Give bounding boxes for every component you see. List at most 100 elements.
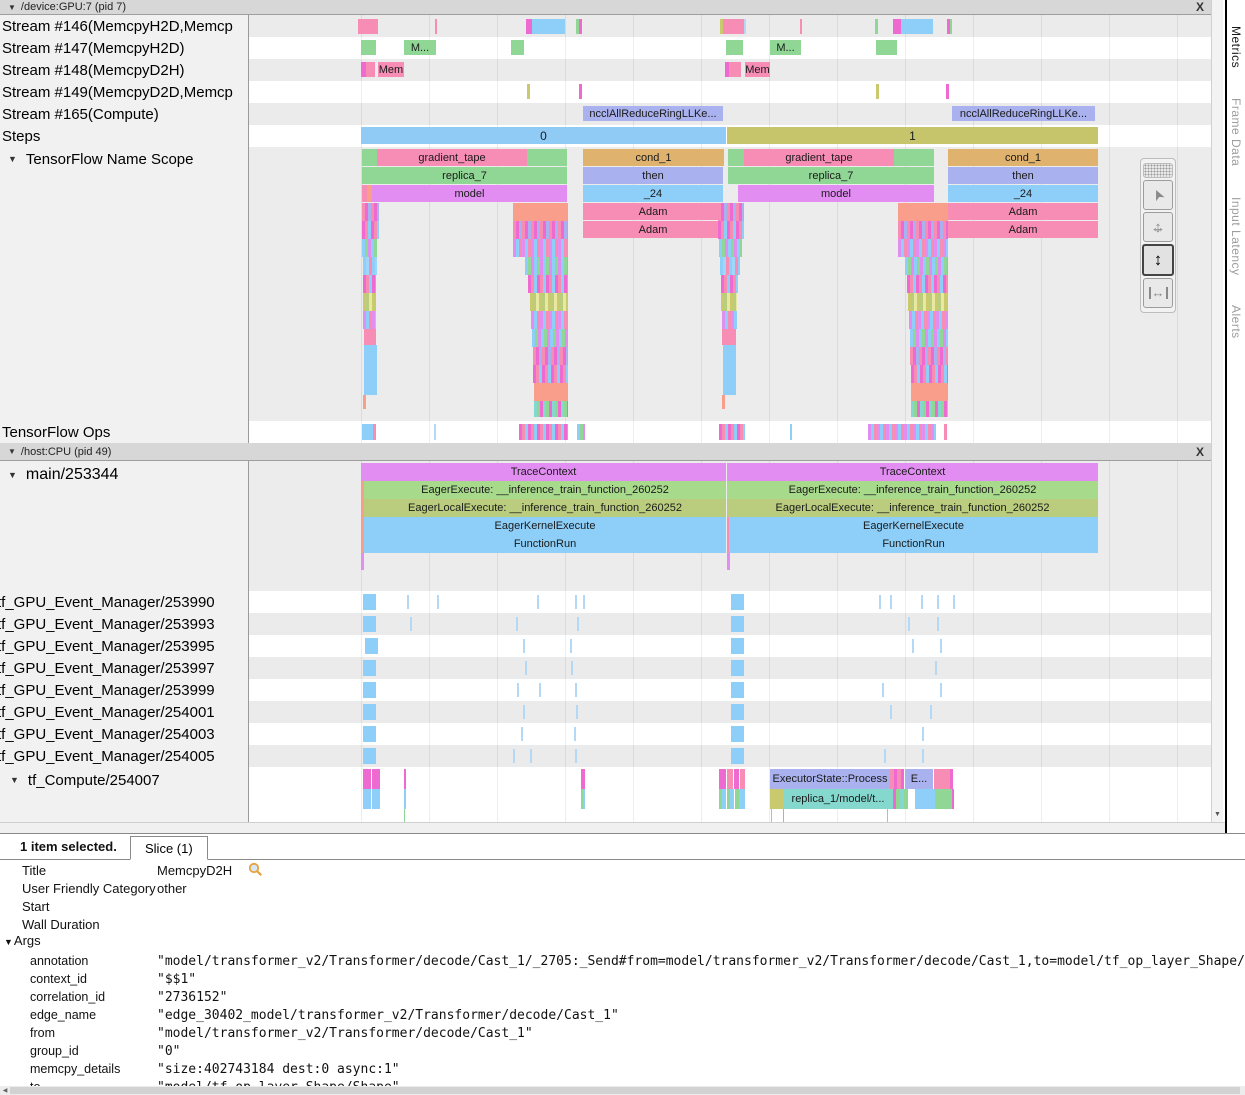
- track-label-text: tf_GPU_Event_Manager/254005: [0, 748, 215, 765]
- track-label-text: tf_GPU_Event_Manager/254003: [0, 726, 215, 743]
- track-label-text: Stream #165(Compute): [2, 106, 159, 123]
- detail-field-value: other: [157, 881, 187, 896]
- track-label-tf-gpu-event-manager-253999: tf_GPU_Event_Manager/253999: [0, 679, 248, 701]
- track-label-tf-gpu-event-manager-253993: tf_GPU_Event_Manager/253993: [0, 613, 248, 635]
- side-tab-input-latency[interactable]: Input Latency: [1229, 197, 1243, 276]
- track-label-stream-146-memcpyh2d-memcp: Stream #146(MemcpyH2D,Memcp: [0, 15, 248, 37]
- arg-value: "edge_30402_model/transformer_v2/Transfo…: [157, 1008, 619, 1023]
- timing-tool-button[interactable]: ↔: [1143, 278, 1173, 308]
- arg-value: "$$1": [157, 972, 196, 987]
- details-tab-bar: 1 item selected. Slice (1): [0, 834, 1245, 860]
- detail-field-name: User Friendly Category: [22, 881, 156, 896]
- args-section-label: Args: [14, 933, 41, 948]
- timing-range-icon: ↔: [1149, 287, 1168, 299]
- arg-name: correlation_id: [30, 990, 105, 1004]
- detail-row-title: Title MemcpyD2H: [0, 861, 1245, 879]
- horizontal-scrollbar-thumb[interactable]: [10, 1087, 1240, 1094]
- track-label-text: tf_GPU_Event_Manager/254001: [0, 704, 215, 721]
- arg-name: group_id: [30, 1044, 79, 1058]
- scroll-down-arrow-icon[interactable]: ▼: [1214, 811, 1221, 818]
- track-label-text: tf_GPU_Event_Manager/253995: [0, 638, 215, 655]
- track-label-stream-147-memcpyh2d: Stream #147(MemcpyH2D): [0, 37, 248, 59]
- arg-name: annotation: [30, 954, 88, 968]
- horizontal-scrollbar[interactable]: ◀: [0, 1086, 1245, 1095]
- track-label-text: tf_GPU_Event_Manager/253997: [0, 660, 215, 677]
- arg-name: from: [30, 1026, 55, 1040]
- args-section-header[interactable]: ▼Args: [4, 933, 41, 948]
- gpu-process-header[interactable]: ▼ /device:GPU:7 (pid 7) X: [0, 0, 1211, 15]
- track-label-tf-gpu-event-manager-254003: tf_GPU_Event_Manager/254003: [0, 723, 248, 745]
- right-sidebar-tabs: Metrics Frame Data Input Latency Alerts: [1225, 0, 1245, 833]
- track-label-tensorflow-name-scope[interactable]: ▼ TensorFlow Name Scope: [0, 148, 248, 170]
- track-label-text: Steps: [2, 128, 40, 145]
- track-label-tf-gpu-event-manager-253990: tf_GPU_Event_Manager/253990: [0, 591, 248, 613]
- track-label-text: TensorFlow Name Scope: [26, 151, 194, 168]
- detail-field-name: Wall Duration: [22, 917, 100, 932]
- arg-row-correlation-id: correlation_id "2736152": [0, 988, 1245, 1006]
- arg-name: edge_name: [30, 1008, 96, 1022]
- detail-field-name: Title: [22, 863, 46, 878]
- arg-value: "size:402743184 dest:0 async:1": [157, 1062, 400, 1077]
- arg-row-from: from "model/transformer_v2/Transformer/de…: [0, 1024, 1245, 1042]
- collapse-arrow-icon[interactable]: ▼: [8, 154, 17, 164]
- track-label-text: Stream #147(MemcpyH2D): [2, 40, 185, 57]
- side-tab-metrics[interactable]: Metrics: [1229, 26, 1243, 68]
- detail-field-value: MemcpyD2H: [157, 863, 232, 878]
- track-label-tf-compute-254007[interactable]: ▼ tf_Compute/254007: [0, 769, 248, 791]
- track-label-stream-165-compute: Stream #165(Compute): [0, 103, 248, 125]
- track-label-stream-149-memcpyd2d-memcp: Stream #149(MemcpyD2D,Memcp: [0, 81, 248, 103]
- cpu-process-title: /host:CPU (pid 49): [21, 446, 111, 458]
- collapse-arrow-icon[interactable]: ▼: [10, 775, 19, 785]
- drag-handle[interactable]: [1143, 163, 1173, 178]
- detail-row-start: Start: [0, 897, 1245, 915]
- mode-tool-palette: ➤↔↕↕↔: [1140, 158, 1176, 313]
- selection-details-panel: 1 item selected. Slice (1) Title MemcpyD2…: [0, 833, 1245, 1086]
- detail-field-name: Start: [22, 899, 49, 914]
- track-label-text: tf_Compute/254007: [28, 772, 160, 789]
- track-label-text: tf_GPU_Event_Manager/253993: [0, 616, 215, 633]
- arg-value: "0": [157, 1044, 180, 1059]
- gpu-process-title: /device:GPU:7 (pid 7): [21, 1, 126, 13]
- arg-row-context-id: context_id "$$1": [0, 970, 1245, 988]
- track-label-text: Stream #148(MemcpyD2H): [2, 62, 185, 79]
- track-label-tf-gpu-event-manager-253997: tf_GPU_Event_Manager/253997: [0, 657, 248, 679]
- arg-name: memcpy_details: [30, 1062, 120, 1076]
- track-label-tf-gpu-event-manager-253995: tf_GPU_Event_Manager/253995: [0, 635, 248, 657]
- tab-slice[interactable]: Slice (1): [130, 836, 208, 860]
- track-label-steps: Steps: [0, 125, 248, 147]
- vertical-zoom-icon: ↕: [1154, 250, 1163, 270]
- collapse-arrow-icon[interactable]: ▼: [8, 3, 16, 12]
- track-label-tf-gpu-event-manager-254005: tf_GPU_Event_Manager/254005: [0, 745, 248, 767]
- collapse-arrow-icon[interactable]: ▼: [8, 447, 16, 456]
- zoom-tool-button[interactable]: ↕: [1142, 244, 1174, 276]
- side-tab-frame-data[interactable]: Frame Data: [1229, 98, 1243, 166]
- magnifier-icon[interactable]: [248, 862, 263, 879]
- arg-row-annotation: annotation "model/transformer_v2/Transfor…: [0, 952, 1245, 970]
- arg-value: "2736152": [157, 990, 227, 1005]
- pan-tool-button[interactable]: ↔↕: [1143, 212, 1173, 242]
- side-tab-alerts[interactable]: Alerts: [1229, 305, 1243, 339]
- cpu-process-header[interactable]: ▼ /host:CPU (pid 49) X: [0, 443, 1211, 461]
- track-label-main-253344[interactable]: ▼ main/253344: [0, 463, 248, 487]
- arg-value: "model/transformer_v2/Transformer/decode…: [157, 1026, 533, 1041]
- track-label-text: main/253344: [26, 466, 119, 484]
- track-label-text: TensorFlow Ops: [2, 424, 110, 441]
- timeline-bottom-strip: [0, 822, 1225, 833]
- detail-row-wall-duration: Wall Duration: [0, 915, 1245, 933]
- detail-row-user-friendly-category: User Friendly Categoryother: [0, 879, 1245, 897]
- vertical-scrollbar[interactable]: ▼: [1211, 0, 1223, 822]
- selection-tool-button[interactable]: ➤: [1143, 180, 1173, 210]
- close-gpu-panel-button[interactable]: X: [1196, 0, 1204, 14]
- collapse-arrow-icon[interactable]: ▼: [4, 937, 13, 947]
- arg-value: "model/transformer_v2/Transformer/decode…: [157, 954, 1245, 969]
- track-label-text: tf_GPU_Event_Manager/253990: [0, 594, 215, 611]
- arg-name: context_id: [30, 972, 87, 986]
- track-label-text: Stream #146(MemcpyH2D,Memcp: [2, 18, 233, 35]
- pan-arrows-icon: ↕: [1144, 213, 1172, 241]
- scroll-left-arrow-icon[interactable]: ◀: [0, 1086, 10, 1095]
- close-cpu-panel-button[interactable]: X: [1196, 445, 1204, 459]
- arg-row-group-id: group_id "0": [0, 1042, 1245, 1060]
- collapse-arrow-icon[interactable]: ▼: [8, 470, 17, 480]
- trace-viewer: M...M...MemMemncclAllReduceRingLLKe...nc…: [0, 0, 1245, 1095]
- cursor-arrow-icon: ➤: [1148, 187, 1167, 204]
